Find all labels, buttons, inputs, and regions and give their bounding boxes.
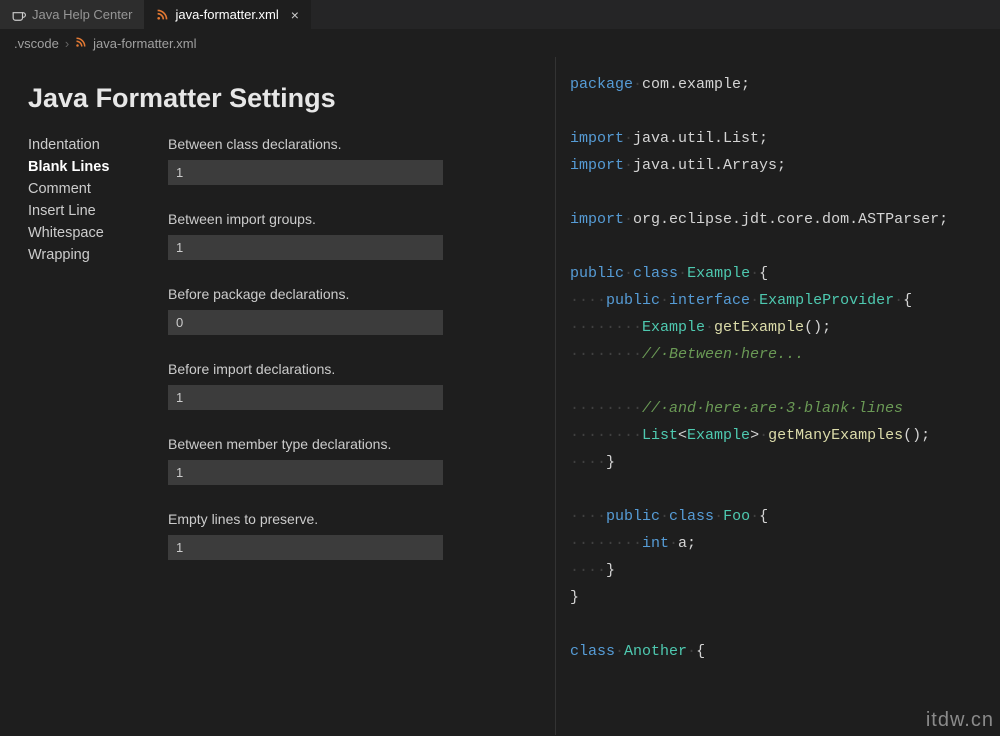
coffee-icon bbox=[12, 8, 26, 22]
field-label: Between member type declarations. bbox=[168, 436, 527, 452]
field: Before import declarations. bbox=[168, 361, 527, 410]
tab-label: java-formatter.xml bbox=[175, 7, 278, 22]
field: Between member type declarations. bbox=[168, 436, 527, 485]
page-title: Java Formatter Settings bbox=[28, 83, 527, 114]
main: Java Formatter Settings Indentation Blank… bbox=[0, 57, 1000, 735]
code-line: import·java.util.Arrays; bbox=[570, 152, 990, 179]
sidebar-item-comment[interactable]: Comment bbox=[28, 180, 168, 198]
tab-java-formatter[interactable]: java-formatter.xml × bbox=[144, 0, 311, 29]
field-input[interactable] bbox=[168, 160, 443, 185]
code-line: class·Another·{ bbox=[570, 638, 990, 665]
code-line: public·class·Example·{ bbox=[570, 260, 990, 287]
field: Between import groups. bbox=[168, 211, 527, 260]
breadcrumb-folder: .vscode bbox=[14, 36, 59, 51]
code-line: ····} bbox=[570, 557, 990, 584]
code-line bbox=[570, 368, 990, 395]
field-input[interactable] bbox=[168, 235, 443, 260]
settings-form: Between class declarations. Between impor… bbox=[168, 136, 527, 560]
field-input[interactable] bbox=[168, 460, 443, 485]
code-preview: package·com.example; import·java.util.Li… bbox=[555, 57, 1000, 735]
breadcrumb-file: java-formatter.xml bbox=[93, 36, 196, 51]
code-line bbox=[570, 611, 990, 638]
sidebar-item-blank-lines[interactable]: Blank Lines bbox=[28, 158, 168, 176]
code-line bbox=[570, 179, 990, 206]
field-label: Between class declarations. bbox=[168, 136, 527, 152]
code-line: ········List<Example>·getManyExamples(); bbox=[570, 422, 990, 449]
field-label: Before import declarations. bbox=[168, 361, 527, 377]
code-line: ········//·and·here·are·3·blank·lines bbox=[570, 395, 990, 422]
settings-panel: Java Formatter Settings Indentation Blank… bbox=[0, 57, 555, 735]
close-icon[interactable]: × bbox=[291, 7, 299, 23]
sidebar-item-wrapping[interactable]: Wrapping bbox=[28, 246, 168, 264]
code-line: } bbox=[570, 584, 990, 611]
rss-icon bbox=[156, 8, 169, 21]
field: Between class declarations. bbox=[168, 136, 527, 185]
code-line bbox=[570, 476, 990, 503]
field-input[interactable] bbox=[168, 535, 443, 560]
code-line bbox=[570, 98, 990, 125]
code-line: ········Example·getExample(); bbox=[570, 314, 990, 341]
code-line: import·org.eclipse.jdt.core.dom.ASTParse… bbox=[570, 206, 990, 233]
field: Empty lines to preserve. bbox=[168, 511, 527, 560]
field-label: Between import groups. bbox=[168, 211, 527, 227]
code-line: package·com.example; bbox=[570, 71, 990, 98]
breadcrumb[interactable]: .vscode › java-formatter.xml bbox=[0, 30, 1000, 57]
tab-java-help-center[interactable]: Java Help Center bbox=[0, 0, 144, 29]
code-line bbox=[570, 233, 990, 260]
sidebar-item-whitespace[interactable]: Whitespace bbox=[28, 224, 168, 242]
chevron-right-icon: › bbox=[65, 36, 69, 51]
field-label: Before package declarations. bbox=[168, 286, 527, 302]
field-input[interactable] bbox=[168, 385, 443, 410]
code-line: ····public·class·Foo·{ bbox=[570, 503, 990, 530]
code-line: import·java.util.List; bbox=[570, 125, 990, 152]
field: Before package declarations. bbox=[168, 286, 527, 335]
code-line: ····} bbox=[570, 449, 990, 476]
code-line: ····public·interface·ExampleProvider·{ bbox=[570, 287, 990, 314]
watermark: itdw.cn bbox=[926, 709, 994, 732]
field-label: Empty lines to preserve. bbox=[168, 511, 527, 527]
tab-bar: Java Help Center java-formatter.xml × bbox=[0, 0, 1000, 30]
rss-icon bbox=[75, 36, 87, 51]
category-sidebar: Indentation Blank Lines Comment Insert Line… bbox=[28, 136, 168, 560]
sidebar-item-indentation[interactable]: Indentation bbox=[28, 136, 168, 154]
tab-label: Java Help Center bbox=[32, 7, 132, 22]
code-line: ········//·Between·here... bbox=[570, 341, 990, 368]
code-line: ········int·a; bbox=[570, 530, 990, 557]
field-input[interactable] bbox=[168, 310, 443, 335]
sidebar-item-insert-line[interactable]: Insert Line bbox=[28, 202, 168, 220]
